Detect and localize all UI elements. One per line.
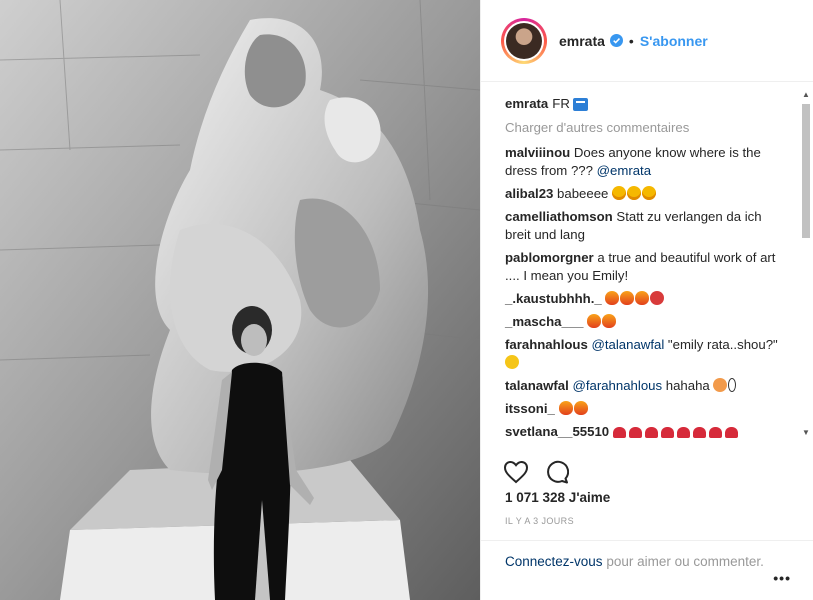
follow-button[interactable]: S'abonner: [640, 33, 708, 49]
ellipsis-icon[interactable]: •••: [773, 570, 791, 586]
comments-list[interactable]: emrata FR Charger d'autres commentaires …: [481, 83, 813, 443]
fire-emoji-icon: [620, 291, 635, 305]
caption-username[interactable]: emrata: [505, 95, 548, 113]
comment-item: pablomorgner a true and beautiful work o…: [505, 249, 790, 285]
comment-username[interactable]: malviiinou: [505, 145, 570, 160]
comment-username[interactable]: alibal23: [505, 186, 553, 201]
fire-emoji-icon: [635, 291, 650, 305]
comment-username[interactable]: itssoni_: [505, 401, 555, 416]
scroll-up-arrow-icon[interactable]: ▲: [802, 90, 810, 99]
comment-username[interactable]: svetlana__55510: [505, 424, 609, 439]
post-timestamp: IL Y A 3 JOURS: [505, 516, 574, 526]
comment-username[interactable]: _.kaustubhhh._: [505, 291, 602, 306]
verified-badge-icon: [609, 34, 623, 47]
comment-item: farahnahlous @talanawfal "emily rata..sh…: [505, 336, 790, 372]
comment-mention-link[interactable]: @farahnahlous: [572, 378, 662, 393]
comment-text: [555, 401, 559, 416]
scrollbar-thumb[interactable]: [802, 104, 810, 238]
fire-emoji-icon: [602, 314, 617, 328]
comment-item: camelliathomson Statt zu verlangen da ic…: [505, 208, 790, 244]
separator-dot: •: [628, 32, 634, 49]
comment-item: _.kaustubhhh._: [505, 290, 790, 308]
tongue-emoji-icon: [650, 291, 665, 305]
like-count[interactable]: 1 071 328 J'aime: [505, 490, 610, 505]
heart-emoji-icon: [724, 427, 738, 438]
fire-emoji-icon: [587, 314, 602, 328]
post-sidebar: emrata • S'abonner emrata FR Charger d'a…: [480, 0, 813, 600]
heart-eyes-emoji-icon: [627, 186, 642, 200]
comment-thread: malviiinou Does anyone know where is the…: [505, 144, 790, 441]
heart-emoji-icon: [660, 427, 674, 438]
fire-emoji-icon: [605, 291, 620, 305]
comment-item: itssoni_: [505, 400, 790, 418]
comment-text: babeeee: [553, 186, 613, 201]
comment-mention-link[interactable]: @talanawfal: [591, 337, 664, 352]
heart-outline-icon[interactable]: [503, 460, 529, 484]
comment-text-after: hahaha: [662, 378, 714, 393]
heart-emoji-icon: [708, 427, 722, 438]
header-username[interactable]: emrata: [559, 33, 605, 49]
post-photo[interactable]: [0, 0, 480, 600]
heart-emoji-icon: [628, 427, 642, 438]
login-prompt: Connectez-vous pour aimer ou commenter.: [481, 540, 813, 600]
fire-emoji-icon: [573, 401, 588, 415]
comment-username[interactable]: talanawfal: [505, 378, 569, 393]
header-user-line: emrata • S'abonner: [559, 33, 708, 49]
comment-item: alibal23 babeeee: [505, 185, 790, 203]
comment-item: malviiinou Does anyone know where is the…: [505, 144, 790, 180]
load-more-comments-button[interactable]: Charger d'autres commentaires: [505, 119, 790, 137]
login-prompt-text: pour aimer ou commenter.: [602, 554, 764, 569]
scroll-down-arrow-icon[interactable]: ▼: [802, 428, 810, 437]
heart-emoji-icon: [676, 427, 690, 438]
heart-emoji-icon: [612, 427, 626, 438]
comment-mention-link[interactable]: @emrata: [597, 163, 651, 178]
comment-item: svetlana__55510: [505, 423, 790, 441]
comment-username[interactable]: _mascha___: [505, 314, 583, 329]
heart-eyes-emoji-icon: [612, 186, 627, 200]
fire-emoji-icon: [558, 401, 573, 415]
post-actions-bar: [481, 452, 813, 492]
post-header: emrata • S'abonner: [481, 0, 813, 82]
laugh-emoji-icon: [505, 355, 519, 369]
flag-emoji-icon: [572, 97, 588, 111]
comments-scrollbar[interactable]: ▲ ▼: [801, 90, 811, 438]
comment-bubble-icon[interactable]: [545, 460, 569, 484]
heart-eyes-emoji-icon: [642, 186, 657, 200]
post-caption: emrata FR: [505, 95, 790, 113]
avatar[interactable]: [501, 17, 547, 64]
peach-emoji-icon: [713, 378, 728, 392]
caption-text: FR: [552, 96, 570, 111]
statue-photo-image: [0, 0, 480, 600]
eyes-emoji-icon: [728, 378, 737, 392]
heart-emoji-icon: [692, 427, 706, 438]
heart-emoji-icon: [644, 427, 658, 438]
comment-text-after: "emily rata..shou?": [664, 337, 778, 352]
comment-username[interactable]: farahnahlous: [505, 337, 588, 352]
comment-item: _mascha___: [505, 313, 790, 331]
comment-item: talanawfal @farahnahlous hahaha: [505, 377, 790, 395]
comment-username[interactable]: pablomorgner: [505, 250, 594, 265]
comment-username[interactable]: camelliathomson: [505, 209, 613, 224]
login-link[interactable]: Connectez-vous: [505, 554, 603, 569]
